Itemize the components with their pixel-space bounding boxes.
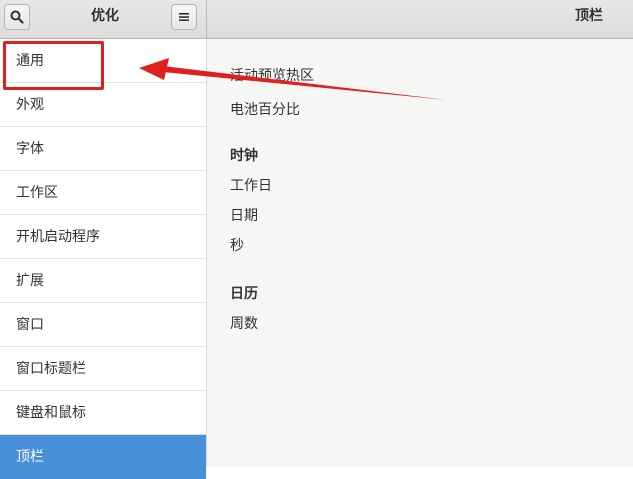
search-button[interactable] [4,4,30,30]
sidebar-item-startup-applications[interactable]: 开机启动程序 [0,215,206,259]
annotation-highlight-box [3,41,104,90]
sidebar-item-keyboard-mouse[interactable]: 键盘和鼠标 [0,391,206,435]
date-setting-label: 日期 [230,208,258,224]
sidebar-item-workspaces[interactable]: 工作区 [0,171,206,215]
calendar-section-heading: 日历 [230,286,258,302]
app-title: 优化 [91,8,119,24]
sidebar-header: 优化 [0,0,207,38]
sidebar: 通用 外观 字体 工作区 开机启动程序 扩展 窗口 窗口标题栏 键盘和鼠标 顶栏 [0,39,207,479]
sidebar-item-windows[interactable]: 窗口 [0,303,206,347]
battery-percentage-setting-label: 电池百分比 [230,102,300,118]
hot-corner-setting-label: 活动预览热区 [230,68,314,84]
page-title: 顶栏 [575,8,603,24]
seconds-setting-label: 秒 [230,238,244,254]
sidebar-item-top-bar[interactable]: 顶栏 [0,435,206,479]
sidebar-item-fonts[interactable]: 字体 [0,127,206,171]
clock-section-heading: 时钟 [230,148,258,164]
sidebar-item-window-titlebars[interactable]: 窗口标题栏 [0,347,206,391]
weekday-setting-label: 工作日 [230,178,272,194]
settings-panel: 活动预览热区 电池百分比 时钟 工作日 日期 秒 日历 周数 [207,39,633,467]
sidebar-item-extensions[interactable]: 扩展 [0,259,206,303]
week-numbers-setting-label: 周数 [230,316,258,332]
hamburger-menu-icon [179,13,189,21]
menu-button[interactable] [171,4,197,30]
header-bar: 优化 顶栏 [0,0,633,39]
search-icon [10,10,24,24]
